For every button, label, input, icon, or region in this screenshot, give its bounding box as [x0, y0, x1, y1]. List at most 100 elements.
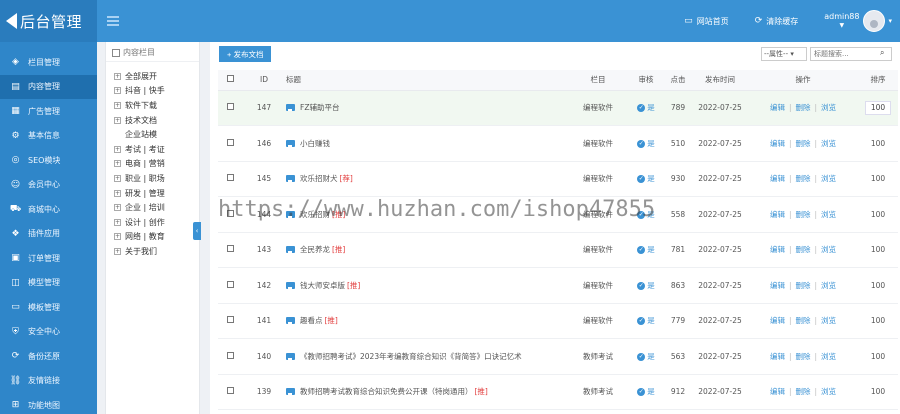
cell-title[interactable]: 《教师招聘考试》2023年考编教育综合知识《背简答》口诀记忆术	[286, 339, 568, 375]
delete-link[interactable]: 删除	[796, 210, 811, 219]
delete-link[interactable]: 删除	[796, 352, 811, 361]
edit-link[interactable]: 编辑	[770, 139, 785, 148]
cell-title[interactable]: FZ辅助平台	[286, 90, 568, 126]
edit-link[interactable]: 编辑	[770, 387, 785, 396]
clear-cache-link[interactable]: ⟳ 清除缓存	[755, 16, 799, 27]
tree-item[interactable]: + 考试 | 考证	[114, 142, 199, 157]
cell-audit[interactable]: ✓ 是	[628, 268, 664, 304]
tree-item[interactable]: + 研发 | 管理	[114, 186, 199, 201]
table-row[interactable]: 143 全民养龙 [推] 编程软件 ✓ 是 781 2022-07-25 编辑 | 删除 | 浏览 100	[218, 232, 898, 268]
expand-icon[interactable]: +	[114, 204, 121, 212]
delete-link[interactable]: 删除	[796, 103, 811, 112]
tree-item[interactable]: + 抖音 | 快手	[114, 84, 199, 99]
delete-link[interactable]: 删除	[796, 387, 811, 396]
title-link[interactable]: 欢乐招财犬	[300, 173, 338, 184]
sidebar-item[interactable]: ⚙ 基本信息	[0, 124, 97, 149]
row-checkbox[interactable]	[218, 161, 242, 197]
cell-title[interactable]: 教师招聘考试教育综合知识免费公开课（特岗通用） [推]	[286, 374, 568, 410]
cell-audit[interactable]: ✓ 是	[628, 374, 664, 410]
edit-link[interactable]: 编辑	[770, 316, 785, 325]
sidebar-item[interactable]: ⛟ 商城中心	[0, 197, 97, 222]
tree-item[interactable]: 企业站模	[114, 127, 199, 142]
sidebar-item[interactable]: ⊞ 功能地图	[0, 393, 97, 414]
cell-sort[interactable]: 100	[858, 374, 898, 410]
sort-value[interactable]: 100	[871, 352, 885, 361]
sidebar-item[interactable]: ❖ 插件应用	[0, 222, 97, 247]
edit-link[interactable]: 编辑	[770, 174, 785, 183]
cell-title[interactable]: 全民养龙 [推]	[286, 232, 568, 268]
tree-item[interactable]: + 软件下载	[114, 98, 199, 113]
sidebar-item[interactable]: ◫ 模型管理	[0, 271, 97, 296]
tree-item[interactable]: + 设计 | 创作	[114, 215, 199, 230]
add-document-button[interactable]: + 发布文档	[219, 46, 272, 62]
expand-icon[interactable]: +	[114, 145, 121, 153]
row-checkbox[interactable]	[218, 197, 242, 233]
table-row[interactable]: 144 欢乐招财 [推] 编程软件 ✓ 是 558 2022-07-25 编辑 | 删除 | 浏览 100	[218, 197, 898, 233]
site-home-link[interactable]: ▭ 网站首页	[684, 16, 729, 27]
cell-sort[interactable]	[858, 90, 898, 126]
table-row[interactable]: 140 《教师招聘考试》2023年考编教育综合知识《背简答》口诀记忆术 教师考试 ✓ 是…	[218, 339, 898, 375]
cell-sort[interactable]: 100	[858, 232, 898, 268]
title-link[interactable]: 欢乐招财	[300, 209, 330, 220]
tree-item[interactable]: + 技术文档	[114, 113, 199, 128]
delete-link[interactable]: 删除	[796, 281, 811, 290]
cell-audit[interactable]: ✓ 是	[628, 90, 664, 126]
cell-title[interactable]: 欢乐招财 [推]	[286, 197, 568, 233]
expand-icon[interactable]: +	[114, 72, 121, 80]
view-link[interactable]: 浏览	[821, 387, 836, 396]
sidebar-item[interactable]: ◈ 栏目管理	[0, 50, 97, 75]
title-link[interactable]: 《教师招聘考试》2023年考编教育综合知识《背简答》口诀记忆术	[300, 351, 522, 362]
sort-value[interactable]: 100	[871, 210, 885, 219]
table-row[interactable]: 139 教师招聘考试教育综合知识免费公开课（特岗通用） [推] 教师考试 ✓ 是 912 20…	[218, 374, 898, 410]
edit-link[interactable]: 编辑	[770, 352, 785, 361]
delete-link[interactable]: 删除	[796, 174, 811, 183]
view-link[interactable]: 浏览	[821, 103, 836, 112]
header-sort[interactable]: 排序	[858, 70, 898, 91]
title-link[interactable]: 钱大师安卓版	[300, 280, 345, 291]
row-checkbox[interactable]	[218, 303, 242, 339]
menu-toggle-icon[interactable]	[107, 16, 119, 26]
expand-icon[interactable]: +	[114, 160, 121, 168]
title-link[interactable]: 教师招聘考试教育综合知识免费公开课（特岗通用）	[300, 386, 473, 397]
cell-audit[interactable]: ✓ 是	[628, 161, 664, 197]
cell-title[interactable]: 欢乐招财犬 [荐]	[286, 161, 568, 197]
sidebar-item[interactable]: ⟳ 备份还原	[0, 344, 97, 369]
view-link[interactable]: 浏览	[821, 210, 836, 219]
table-row[interactable]: 141 趣看点 [推] 编程软件 ✓ 是 779 2022-07-25 编辑 | 删除 | 浏览 100	[218, 303, 898, 339]
header-audit[interactable]: 审核	[628, 70, 664, 91]
title-link[interactable]: 小白赚钱	[300, 138, 330, 149]
expand-icon[interactable]: +	[114, 174, 121, 182]
search-icon[interactable]: ⌕	[880, 48, 884, 58]
edit-link[interactable]: 编辑	[770, 210, 785, 219]
sidebar-item[interactable]: ☺ 会员中心	[0, 173, 97, 198]
sidebar-item[interactable]: ◎ SEO模块	[0, 148, 97, 173]
tree-item[interactable]: + 职业 | 职场	[114, 171, 199, 186]
expand-icon[interactable]: +	[114, 189, 121, 197]
sidebar-item[interactable]: ▤ 内容管理	[0, 74, 97, 99]
row-checkbox[interactable]	[218, 232, 242, 268]
sidebar-item[interactable]: ⛓ 友情链接	[0, 369, 97, 394]
sort-value[interactable]: 100	[871, 387, 885, 396]
collapse-panel-button[interactable]: ‹	[193, 222, 201, 240]
title-link[interactable]: 全民养龙	[300, 244, 330, 255]
expand-icon[interactable]: +	[114, 101, 121, 109]
view-link[interactable]: 浏览	[821, 139, 836, 148]
tree-item[interactable]: + 企业 | 培训	[114, 200, 199, 215]
expand-icon[interactable]: +	[114, 87, 121, 95]
cell-sort[interactable]: 100	[858, 339, 898, 375]
edit-link[interactable]: 编辑	[770, 103, 785, 112]
title-link[interactable]: 趣看点	[300, 315, 323, 326]
edit-link[interactable]: 编辑	[770, 281, 785, 290]
cell-audit[interactable]: ✓ 是	[628, 197, 664, 233]
table-row[interactable]: 145 欢乐招财犬 [荐] 编程软件 ✓ 是 930 2022-07-25 编辑 | 删除 | 浏览 10…	[218, 161, 898, 197]
cell-title[interactable]: 小白赚钱	[286, 126, 568, 162]
sort-value[interactable]: 100	[871, 281, 885, 290]
cell-sort[interactable]: 100	[858, 303, 898, 339]
sidebar-item[interactable]: ⛨ 安全中心	[0, 320, 97, 345]
cell-sort[interactable]: 100	[858, 197, 898, 233]
cell-title[interactable]: 钱大师安卓版 [推]	[286, 268, 568, 304]
select-all-checkbox[interactable]	[218, 70, 242, 91]
cell-audit[interactable]: ✓ 是	[628, 232, 664, 268]
tree-item[interactable]: + 电商 | 营销	[114, 157, 199, 172]
cell-audit[interactable]: ✓ 是	[628, 303, 664, 339]
